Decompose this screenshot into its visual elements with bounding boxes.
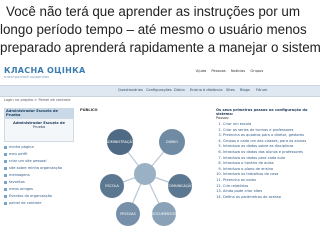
step-item[interactable]: Introduza os dados dos alunos e professo… <box>223 150 316 156</box>
site-header: КЛАСНА ОЦІНКА електронний щоденник Ajuda… <box>0 63 320 85</box>
sidebar-nav: minha página meu perfil criar um site pe… <box>4 144 74 207</box>
node-diary-label: DIÁRIO <box>166 139 178 144</box>
menu-item-distance-learning[interactable]: Ensino à distância <box>190 88 223 92</box>
node-school[interactable]: ESCOLA <box>100 174 124 198</box>
sidebar-item-my-profile[interactable]: meu perfil <box>4 151 74 158</box>
step-item[interactable]: Preencha os quadros para o diretor, gest… <box>223 133 316 139</box>
node-communication[interactable]: COMUNICAÇÃO <box>167 174 193 198</box>
node-documents-label: DOCUMENTOS <box>152 212 177 216</box>
sidebar-item-events[interactable]: Eventos da organização <box>4 193 74 200</box>
sidebar-title: Administrador Escuela de Prueba <box>4 108 74 118</box>
steps-title: Os seus primeiros passos na configuração… <box>216 108 308 116</box>
sidebar-item-favorites[interactable]: favoritos <box>4 179 74 186</box>
menu-item-blogs[interactable]: Blogs <box>240 88 250 92</box>
node-people-label: PESSOAS <box>120 212 136 216</box>
menu-item-diary[interactable]: Diário <box>174 88 185 92</box>
top-link-news[interactable]: Notícias <box>231 69 245 73</box>
node-documents[interactable]: DOCUMENTOS <box>152 202 177 226</box>
top-link-groups[interactable]: Grupos <box>250 69 263 73</box>
sidebar-item-messages[interactable]: mensagens <box>4 172 74 179</box>
breadcrumb-text[interactable]: Login no projeto > Painel de controle <box>4 98 71 102</box>
breadcrumb: Login no projeto > Painel de controle <box>0 97 320 105</box>
setup-steps-panel: Os seus primeiros passos na configuração… <box>216 108 316 238</box>
user-line-2: Prueba <box>32 125 46 129</box>
caption-line-2: longo período tempo – até mesmo o usuári… <box>0 22 307 37</box>
main-content: PÚBLICO ADMINISTRAÇÃO DIÁRIO ESCOLA COMU… <box>80 108 210 238</box>
caption-line-3: preparado aprenderá rapidamente a maneja… <box>0 40 320 55</box>
step-item[interactable]: Defina os parâmetros de acesso <box>223 195 316 201</box>
module-diagram: ADMINISTRAÇÃO DIÁRIO ESCOLA COMUNICAÇÃO … <box>100 129 193 226</box>
user-box: Administrador Escuela de Prueba <box>4 118 74 142</box>
main-menu: Questionários Configurações Diário Ensin… <box>0 85 320 97</box>
caption-line-1: Você não terá que aprender as instruções… <box>6 4 301 19</box>
sidebar-item-create-site[interactable]: criar um site pessoal <box>4 158 74 165</box>
node-school-label: ESCOLA <box>105 184 119 188</box>
menu-item-questionnaires[interactable]: Questionários <box>118 88 143 92</box>
site-logo[interactable]: КЛАСНА ОЦІНКА електронний щоденник <box>4 66 85 79</box>
sidebar-item-friends[interactable]: meus amigos <box>4 186 74 193</box>
logo-subtitle: електронний щоденник <box>4 75 50 79</box>
node-people[interactable]: PESSOAS <box>116 202 140 226</box>
slide-caption: Você não terá que aprender as instruções… <box>0 3 320 57</box>
node-administration[interactable]: ADMINISTRAÇÃO <box>106 129 135 155</box>
top-link-help[interactable]: Ajuda <box>196 69 206 73</box>
section-header: PÚBLICO <box>80 108 98 112</box>
left-sidebar: Administrador Escuela de Prueba Administ… <box>4 108 74 238</box>
sidebar-item-control-panel[interactable]: painel de controle <box>4 200 74 207</box>
logo-name: КЛАСНА ОЦІНКА <box>4 66 86 75</box>
node-communication-label: COMUNICAÇÃO <box>167 183 193 188</box>
top-links: Ajuda Pessoas Notícias Grupos <box>196 69 267 73</box>
sidebar-item-organization-site[interactable]: site sobre minha organização <box>4 165 74 172</box>
menu-item-forum[interactable]: Fórum <box>256 88 267 92</box>
menu-item-sites[interactable]: Sites <box>226 88 235 92</box>
website-screenshot: КЛАСНА ОЦІНКА електронний щоденник Ajuda… <box>0 63 320 240</box>
menu-item-settings[interactable]: Configurações <box>146 88 172 92</box>
top-link-people[interactable]: Pessoas <box>211 69 225 73</box>
steps-subtitle: Passos: <box>216 116 230 120</box>
node-diary[interactable]: DIÁRIO <box>159 129 185 155</box>
steps-list: Criar um escola Criar as series de turma… <box>216 122 316 200</box>
node-administration-label: ADMINISTRAÇÃO <box>106 139 135 144</box>
sidebar-item-my-page[interactable]: minha página <box>4 144 74 151</box>
